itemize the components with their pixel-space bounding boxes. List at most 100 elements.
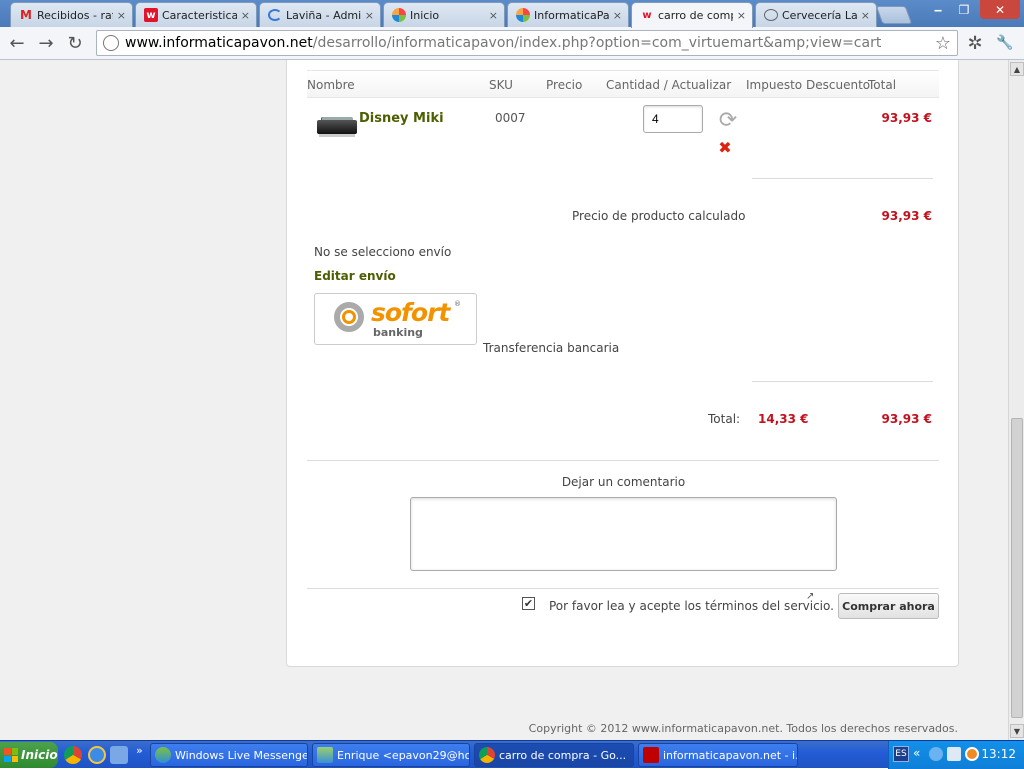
tab-label: Laviña - Admin <box>286 8 361 22</box>
product-total: 93,93 € <box>881 111 932 125</box>
header-sku: SKU <box>489 78 513 92</box>
tab-informaticapavon[interactable]: InformaticaPav × <box>507 2 629 27</box>
task-enrique-chat[interactable]: Enrique <epavon29@ho... <box>312 743 470 767</box>
task-carro-de-compra[interactable]: carro de compra - Go... <box>474 743 634 767</box>
extension-bug-icon[interactable]: ✲ <box>964 32 986 54</box>
bookmark-star-icon[interactable]: ☆ <box>935 33 951 54</box>
wrench-menu-icon[interactable]: 🔧 <box>994 32 1016 54</box>
filezilla-icon <box>643 747 659 763</box>
header-total: Total <box>868 78 897 92</box>
forward-button[interactable]: → <box>35 32 57 54</box>
tab-label: Inicio <box>410 8 440 22</box>
sofort-mark-inner <box>342 310 356 324</box>
start-label: Inicio <box>21 748 58 762</box>
task-label: informaticapavon.net - i... <box>663 748 798 762</box>
scroll-up-icon[interactable]: ▲ <box>1010 62 1024 76</box>
tab-label: carro de compr <box>658 9 733 22</box>
messenger-chat-icon <box>317 747 333 763</box>
buy-now-button[interactable]: Comprar ahora <box>838 593 939 619</box>
restore-button[interactable]: ❐ <box>952 0 976 19</box>
windows-taskbar: Inicio » Windows Live Messenger Enrique … <box>0 740 1024 769</box>
quick-launch-icon[interactable] <box>110 746 128 764</box>
tab-label: InformaticaPav <box>534 8 609 22</box>
divider <box>752 178 933 179</box>
cart-table-header: Nombre SKU Precio Cantidad / Actualizar … <box>307 70 939 98</box>
scroll-thumb[interactable] <box>1011 418 1023 718</box>
external-link-icon[interactable]: ↗ <box>806 591 814 602</box>
tab-gmail[interactable]: M Recibidos - rafa × <box>10 2 133 27</box>
refresh-icon[interactable]: ⟳ <box>715 107 741 133</box>
scroll-down-icon[interactable]: ▼ <box>1010 724 1024 738</box>
internet-explorer-icon[interactable] <box>88 746 106 764</box>
sofort-banking-logo[interactable]: sofort ® banking <box>314 293 477 345</box>
page-scrollbar[interactable]: ▲ ▼ <box>1008 60 1024 740</box>
terms-label: Por favor lea y acepte los términos del … <box>549 599 834 613</box>
tab-inicio[interactable]: Inicio × <box>383 2 505 27</box>
new-tab-button[interactable] <box>875 6 913 24</box>
tab-label: Cervecería La V <box>782 8 857 22</box>
address-bar[interactable]: www.informaticapavon.net/desarrollo/info… <box>96 30 958 56</box>
minimize-button[interactable]: ‒ <box>926 0 950 19</box>
no-shipping-text: No se selecciono envío <box>314 245 452 259</box>
network-icon[interactable] <box>947 747 961 761</box>
comment-textarea[interactable] <box>410 497 837 571</box>
terms-checkbox[interactable]: ✔ <box>522 597 535 610</box>
start-button[interactable]: Inicio <box>0 742 58 768</box>
clock: 13:12 <box>981 747 1016 761</box>
tab-close-icon[interactable]: × <box>117 9 126 22</box>
joomla-icon <box>392 8 406 22</box>
loading-icon <box>268 9 282 21</box>
footer-copyright: Copyright © 2012 www.informaticapavon.ne… <box>528 722 958 735</box>
avast-icon[interactable] <box>965 747 979 761</box>
messenger-icon <box>155 747 171 763</box>
close-window-button[interactable]: ✕ <box>980 0 1020 19</box>
registered-mark: ® <box>454 300 461 308</box>
tray-expand-icon[interactable]: « <box>913 746 920 760</box>
back-button[interactable]: ← <box>6 32 28 54</box>
payment-method-label: Transferencia bancaria <box>483 341 620 355</box>
divider <box>307 460 939 461</box>
chrome-icon <box>479 747 495 763</box>
task-windows-live-messenger[interactable]: Windows Live Messenger <box>150 743 308 767</box>
tab-close-icon[interactable]: × <box>737 9 746 22</box>
tab-close-icon[interactable]: × <box>613 9 622 22</box>
header-price: Precio <box>546 78 583 92</box>
comment-label: Dejar un comentario <box>561 475 686 489</box>
tab-close-icon[interactable]: × <box>861 9 870 22</box>
quick-launch-more[interactable]: » <box>136 744 143 757</box>
tab-cerveceria[interactable]: Cervecería La V × <box>755 2 877 27</box>
edit-shipping-link[interactable]: Editar envío <box>314 269 396 283</box>
browser-toolbar: ← → ↻ www.informaticapavon.net/desarroll… <box>0 27 1024 60</box>
quantity-input[interactable] <box>643 105 703 133</box>
task-label: Windows Live Messenger <box>175 748 308 762</box>
windows-flag-icon <box>4 748 18 762</box>
product-name-link[interactable]: Disney Miki <box>359 111 444 126</box>
task-label: carro de compra - Go... <box>499 748 627 762</box>
tab-close-icon[interactable]: × <box>241 9 250 22</box>
tab-carro-de-compra[interactable]: w carro de compr × <box>631 2 753 28</box>
messenger-tray-icon[interactable] <box>929 747 943 761</box>
reload-button[interactable]: ↻ <box>64 32 86 54</box>
sofort-sub-text: banking <box>373 326 423 339</box>
remove-item-icon[interactable]: ✖ <box>717 138 733 157</box>
header-tax: Impuesto <box>746 78 803 92</box>
tab-caracteristicas[interactable]: w Caracteristicas × <box>135 2 257 27</box>
cart-panel: Nombre SKU Precio Cantidad / Actualizar … <box>286 60 959 667</box>
gmail-icon: M <box>20 8 32 22</box>
sofort-brand-text: sofort <box>371 298 450 327</box>
tab-close-icon[interactable]: × <box>489 9 498 22</box>
system-tray: ES « 13:12 <box>888 741 1024 769</box>
tab-lavina-admin[interactable]: Laviña - Admin × <box>259 2 381 27</box>
language-indicator[interactable]: ES <box>893 746 909 762</box>
chrome-icon[interactable] <box>64 746 82 764</box>
task-label: Enrique <epavon29@ho... <box>337 748 470 762</box>
tab-label: Caracteristicas <box>162 8 237 22</box>
tab-close-icon[interactable]: × <box>365 9 374 22</box>
divider <box>752 381 933 382</box>
product-thumbnail[interactable] <box>315 114 359 142</box>
task-informaticapavon-ftp[interactable]: informaticapavon.net - i... <box>638 743 798 767</box>
header-qty: Cantidad / Actualizar <box>606 78 732 92</box>
brand-w-icon: w <box>642 10 652 21</box>
header-name: Nombre <box>307 78 355 92</box>
browser-tab-bar: M Recibidos - rafa × w Caracteristicas ×… <box>0 0 1024 28</box>
